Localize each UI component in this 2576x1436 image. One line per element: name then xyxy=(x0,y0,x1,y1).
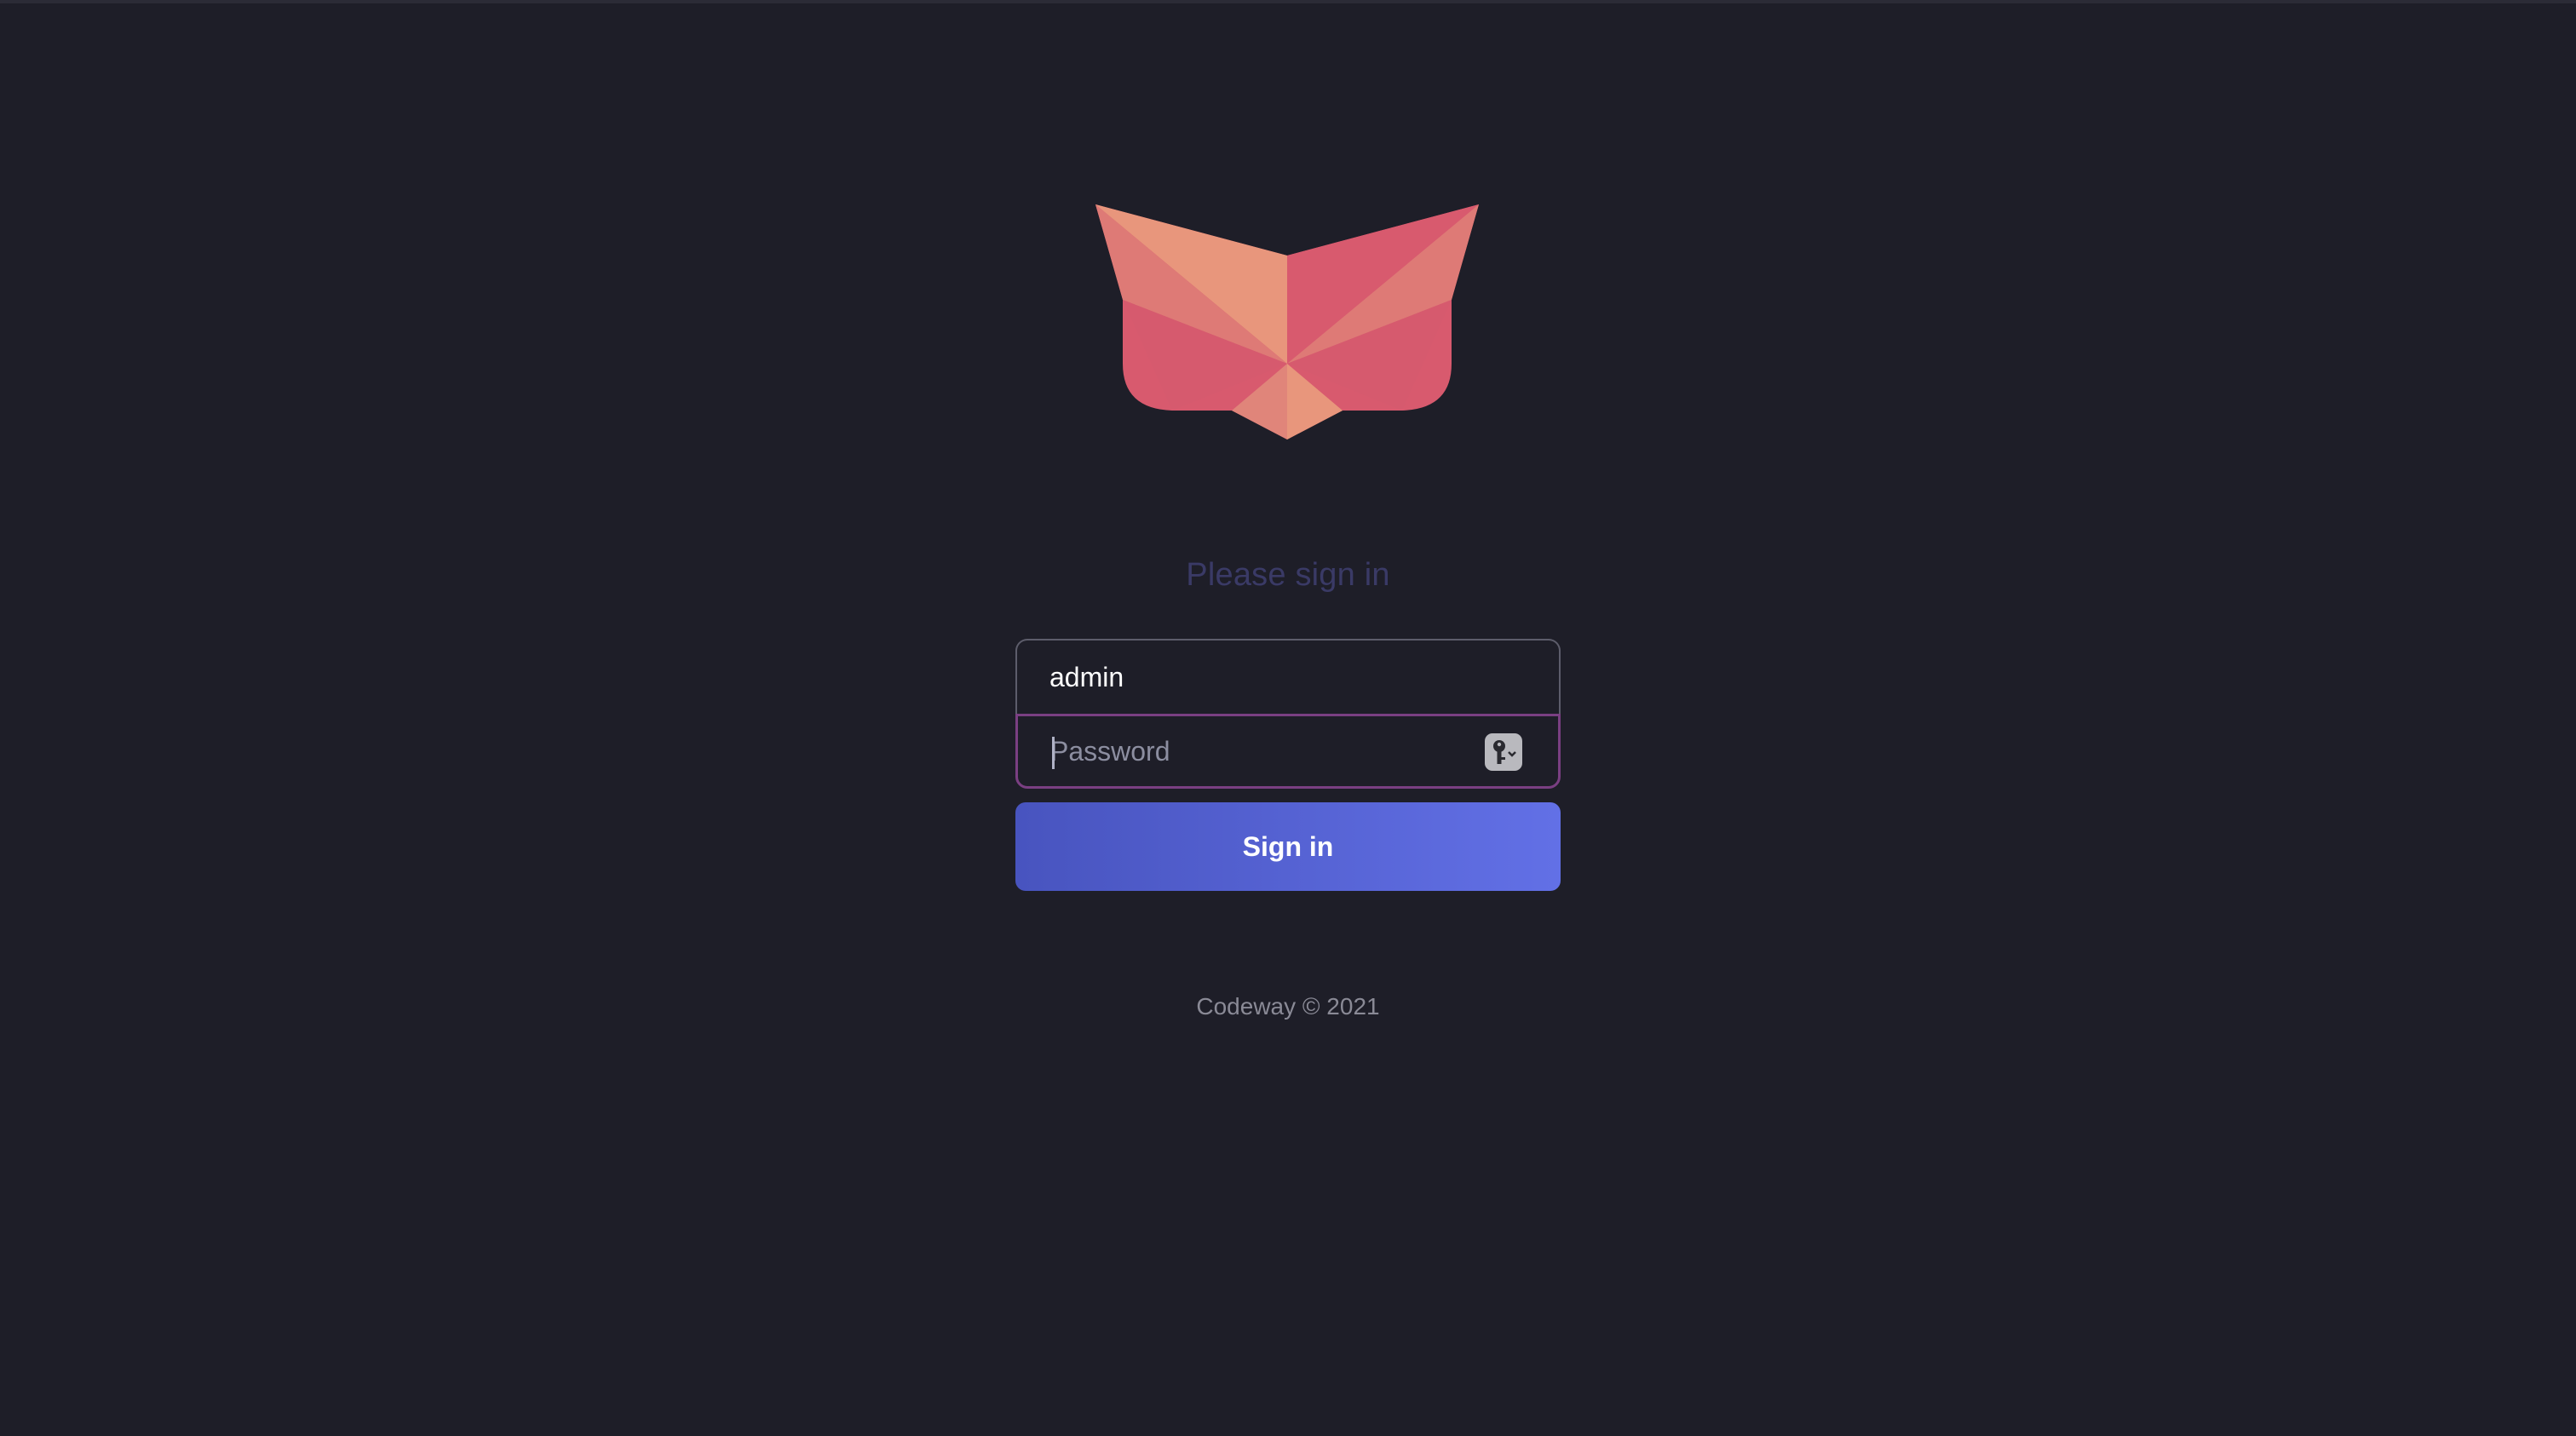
footer-copyright: Codeway © 2021 xyxy=(1196,993,1380,1020)
top-divider xyxy=(0,0,2576,3)
username-field[interactable] xyxy=(1015,639,1561,714)
username-input[interactable] xyxy=(1049,640,1458,714)
key-icon[interactable] xyxy=(1485,733,1522,771)
fox-logo-icon xyxy=(1095,204,1479,439)
login-page: Please sign in Sign in Codeway © 2021 xyxy=(0,0,2576,1436)
password-field[interactable] xyxy=(1015,714,1561,789)
password-input[interactable] xyxy=(1050,716,1459,786)
text-caret xyxy=(1052,737,1055,769)
sign-in-form: Sign in xyxy=(1015,639,1561,891)
sign-in-button[interactable]: Sign in xyxy=(1015,802,1561,891)
page-title: Please sign in xyxy=(1186,557,1390,593)
